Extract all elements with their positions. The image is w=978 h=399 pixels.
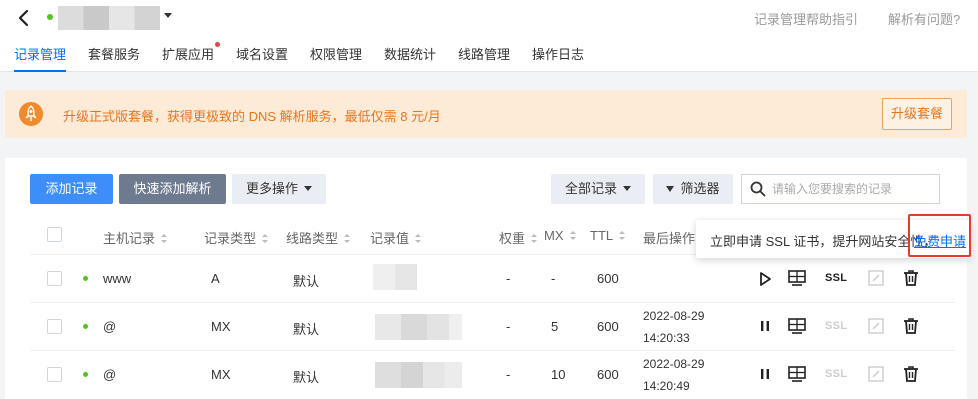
edit-icon[interactable] — [866, 316, 886, 336]
cell-type: A — [211, 271, 220, 286]
record-status-dot — [83, 276, 88, 281]
sort-icon[interactable] — [344, 234, 351, 243]
cell-mx: - — [551, 271, 556, 286]
domain-status-dot — [47, 14, 53, 20]
cell-type: MX — [211, 367, 231, 382]
cell-ttl: 600 — [597, 367, 619, 382]
tab-permissions[interactable]: 权限管理 — [310, 44, 362, 72]
help-guide-link[interactable]: 记录管理帮助指引 — [754, 9, 858, 28]
column-header-mx[interactable]: MX — [544, 228, 576, 243]
search-icon — [750, 181, 766, 197]
tab-package-service[interactable]: 套餐服务 — [88, 44, 140, 72]
chevron-down-icon — [623, 186, 631, 191]
tab-record-management[interactable]: 记录管理 — [14, 44, 67, 72]
cell-type: MX — [211, 319, 231, 334]
search-input[interactable] — [772, 179, 936, 199]
record-value-redacted — [373, 264, 417, 290]
add-record-button[interactable]: 添加记录 — [30, 174, 113, 204]
tab-domain-settings[interactable]: 域名设置 — [236, 44, 288, 72]
tab-statistics[interactable]: 数据统计 — [384, 44, 436, 72]
sort-icon[interactable] — [161, 234, 168, 243]
trash-icon[interactable] — [901, 316, 921, 336]
cell-host: @ — [103, 367, 117, 382]
record-status-dot — [83, 372, 88, 377]
record-value-redacted — [375, 314, 462, 340]
trash-icon[interactable] — [901, 364, 921, 384]
records-panel: 添加记录 快速添加解析 更多操作 全部记录 筛选器 主机记录 记录类型 线路类型… — [5, 158, 967, 399]
resolve-issue-link[interactable]: 解析有问题? — [888, 9, 960, 28]
pause-icon[interactable] — [755, 364, 775, 384]
tooltip-text: 立即申请 SSL 证书，提升网站安全性， — [710, 234, 937, 249]
monitor-icon[interactable] — [787, 364, 807, 384]
monitor-icon[interactable] — [787, 316, 807, 336]
sort-icon[interactable] — [262, 234, 269, 243]
sort-icon[interactable] — [569, 231, 576, 240]
column-header-type[interactable]: 记录类型 — [204, 228, 269, 247]
cell-host: www — [103, 271, 132, 286]
pause-icon[interactable] — [755, 316, 775, 336]
ssl-icon[interactable]: SSL — [825, 320, 847, 332]
filter-icon — [666, 186, 675, 192]
ssl-icon[interactable]: SSL — [825, 272, 847, 284]
ssl-icon[interactable]: SSL — [825, 368, 847, 380]
all-records-dropdown[interactable]: 全部记录 — [551, 174, 645, 204]
column-header-ttl[interactable]: TTL — [590, 228, 626, 243]
domain-dropdown-caret-icon[interactable] — [164, 13, 172, 18]
tab-operation-log[interactable]: 操作日志 — [532, 44, 584, 72]
upgrade-package-button[interactable]: 升级套餐 — [882, 98, 952, 130]
column-header-host[interactable]: 主机记录 — [103, 228, 168, 247]
more-actions-button[interactable]: 更多操作 — [232, 174, 326, 204]
table-row: @ MX 默认 - 5 600 2022-08-29 14:20:33 SSL — [5, 303, 967, 350]
record-status-dot — [83, 324, 88, 329]
search-box — [741, 174, 940, 204]
cell-mx: 10 — [551, 367, 566, 382]
cell-host: @ — [103, 319, 117, 334]
cell-ttl: 600 — [597, 319, 619, 334]
quick-add-button[interactable]: 快速添加解析 — [119, 174, 226, 204]
sort-icon[interactable] — [531, 234, 538, 243]
monitor-icon[interactable] — [787, 268, 807, 288]
tab-extensions[interactable]: 扩展应用 — [162, 42, 221, 72]
cell-weight: - — [506, 319, 511, 334]
tab-line-management[interactable]: 线路管理 — [458, 44, 510, 72]
play-icon[interactable] — [755, 269, 775, 289]
chevron-down-icon — [304, 186, 312, 191]
trash-icon[interactable] — [901, 268, 921, 288]
cell-line: 默认 — [293, 322, 320, 337]
sort-icon[interactable] — [619, 231, 626, 240]
cell-date: 2022-08-29 — [643, 309, 705, 323]
domain-name-redacted — [58, 6, 160, 30]
new-badge-dot — [215, 42, 221, 47]
row-checkbox[interactable] — [47, 367, 62, 382]
back-arrow-icon[interactable] — [16, 7, 32, 29]
highlight-box — [908, 214, 971, 257]
column-header-weight[interactable]: 权重 — [499, 228, 538, 247]
edit-icon[interactable] — [866, 268, 886, 288]
row-checkbox[interactable] — [47, 319, 62, 334]
banner-message: 升级正式版套餐，获得更极致的 DNS 解析服务，最低仅需 8 元/月 — [63, 109, 441, 124]
column-header-value[interactable]: 记录值 — [370, 228, 422, 247]
cell-mx: 5 — [551, 319, 559, 334]
cell-time: 14:20:33 — [643, 331, 690, 345]
cell-weight: - — [506, 271, 511, 286]
cell-ttl: 600 — [597, 271, 619, 286]
cell-weight: - — [506, 367, 511, 382]
cell-line: 默认 — [293, 274, 320, 289]
top-bar: 记录管理帮助指引 解析有问题? 记录管理 套餐服务 扩展应用 域名设置 权限管理… — [0, 0, 978, 72]
cell-time: 14:20:49 — [643, 379, 690, 393]
edit-icon[interactable] — [866, 364, 886, 384]
cell-line: 默认 — [293, 370, 320, 385]
cell-date: 2022-08-29 — [643, 357, 705, 371]
rocket-icon — [19, 102, 43, 126]
column-header-line[interactable]: 线路类型 — [286, 228, 351, 247]
filter-button[interactable]: 筛选器 — [653, 174, 733, 204]
sort-icon[interactable] — [415, 234, 422, 243]
record-value-redacted — [375, 362, 462, 388]
table-row: www A 默认 - - 600 SSL — [5, 255, 967, 302]
upgrade-banner: 升级正式版套餐，获得更极致的 DNS 解析服务，最低仅需 8 元/月 升级套餐 — [5, 90, 967, 138]
row-checkbox[interactable] — [47, 271, 62, 286]
select-all-checkbox[interactable] — [47, 227, 62, 242]
table-row: @ MX 默认 - 10 600 2022-08-29 14:20:49 SSL — [5, 351, 967, 398]
